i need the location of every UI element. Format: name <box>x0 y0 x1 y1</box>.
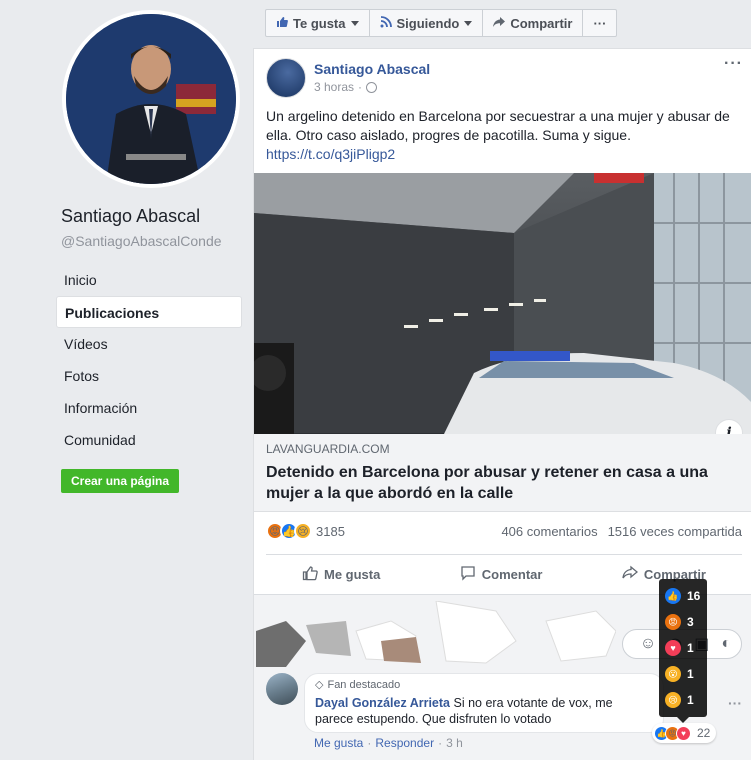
wow-reaction-icon: 😮 <box>665 666 681 682</box>
chevron-down-icon <box>464 20 473 26</box>
blurred-comment-composer <box>256 600 617 667</box>
page-share-label: Compartir <box>510 15 573 31</box>
rss-icon <box>380 15 392 31</box>
reaction-breakdown-tooltip: 👍 16 😡 3 ♥ 1 😮 1 😢 1 <box>659 579 707 723</box>
link-domain: LAVANGUARDIA.COM <box>266 442 390 456</box>
like-reaction-icon: 👍 <box>665 588 681 604</box>
love-reaction-icon: ♥ <box>665 640 681 656</box>
comment-options-icon[interactable]: ··· <box>728 695 742 711</box>
comment-like-link[interactable]: Me gusta <box>314 736 363 750</box>
nav-item-comunidad[interactable]: Comunidad <box>56 424 242 456</box>
sticker-icon[interactable]: ◐ <box>721 635 731 653</box>
comments-count[interactable]: 406 comentarios <box>501 524 597 539</box>
fan-badge: ◇ Fan destacado <box>315 678 653 692</box>
love-reaction-icon: ♥ <box>676 725 691 741</box>
emoji-icon[interactable]: ☺ <box>640 635 656 653</box>
post-author-avatar[interactable] <box>266 58 306 98</box>
tooltip-row-wow: 😮 1 <box>665 661 701 687</box>
post-comment-label: Comentar <box>481 567 543 582</box>
diamond-icon: ◇ <box>315 679 324 691</box>
nav-item-informacion[interactable]: Información <box>56 392 242 424</box>
tooltip-row-like: 👍 16 <box>665 583 701 609</box>
post-options-icon[interactable]: ··· <box>724 55 743 73</box>
post-link[interactable]: https://t.co/q3jiPligp2 <box>266 145 742 164</box>
commenter-avatar[interactable] <box>266 673 298 705</box>
sad-reaction-icon: 😢 <box>665 692 681 708</box>
comment-time[interactable]: 3 h <box>446 736 463 750</box>
page-follow-button[interactable]: Siguiendo <box>370 10 484 36</box>
post-comment-button[interactable]: Comentar <box>460 565 543 584</box>
comment-body: Dayal González Arrieta Si no era votante… <box>315 695 653 727</box>
tooltip-arrow <box>677 717 689 723</box>
page-action-bar: Te gusta Siguiendo Compartir ··· <box>265 9 618 37</box>
fan-badge-label: Fan destacado <box>327 678 401 691</box>
page-like-label: Te gusta <box>293 15 346 31</box>
create-page-button[interactable]: Crear una página <box>61 469 180 493</box>
thumbs-up-icon <box>276 16 288 31</box>
nav-item-fotos[interactable]: Fotos <box>56 360 242 392</box>
post-time[interactable]: 3 horas <box>314 80 354 94</box>
share-arrow-icon <box>622 565 638 584</box>
share-arrow-icon <box>493 16 506 31</box>
link-title[interactable]: Detenido en Barcelona por abusar y reten… <box>266 462 740 504</box>
chevron-down-icon <box>350 20 359 26</box>
shares-count[interactable]: 1516 veces compartida <box>608 524 742 539</box>
nav-item-publicaciones[interactable]: Publicaciones <box>56 296 242 328</box>
angry-reaction-icon: 😡 <box>665 614 681 630</box>
comment-reply-link[interactable]: Responder <box>375 736 434 750</box>
post-author-name[interactable]: Santiago Abascal <box>314 61 430 77</box>
reaction-count[interactable]: 3185 <box>316 524 345 539</box>
page-more-button[interactable]: ··· <box>583 10 616 36</box>
nav-item-videos[interactable]: Vídeos <box>56 328 242 360</box>
profile-name[interactable]: Santiago Abascal <box>61 206 200 227</box>
sad-reaction-icon[interactable]: 😢 <box>294 522 312 540</box>
post-meta: 3 horas · <box>314 80 378 94</box>
comment-actions: Me gusta · Responder · 3 h <box>314 736 463 750</box>
post-like-label: Me gusta <box>324 567 381 582</box>
tooltip-row-sad: 😢 1 <box>665 687 701 713</box>
profile-avatar[interactable] <box>62 10 240 188</box>
link-preview-caption[interactable]: LAVANGUARDIA.COM Detenido en Barcelona p… <box>254 434 751 512</box>
tooltip-row-love: ♥ 1 <box>665 635 701 661</box>
tooltip-row-angry: 😡 3 <box>665 609 701 635</box>
post-text: Un argelino detenido en Barcelona por se… <box>266 108 730 143</box>
profile-handle: @SantiagoAbascalConde <box>61 233 222 249</box>
comment-bubble-icon <box>460 565 476 584</box>
reactions-summary: 😡 👍 😢 3185 406 comentarios 1516 veces co… <box>266 519 742 543</box>
profile-nav: Inicio Publicaciones Vídeos Fotos Inform… <box>56 264 242 456</box>
comment-bubble: ◇ Fan destacado Dayal González Arrieta S… <box>304 673 664 733</box>
post-body: Un argelino detenido en Barcelona por se… <box>266 107 742 164</box>
comment-reactions[interactable]: 👍 😡 ♥ 22 <box>652 723 717 743</box>
link-preview-image[interactable] <box>254 173 751 434</box>
thumbs-up-icon <box>302 565 318 584</box>
nav-item-inicio[interactable]: Inicio <box>56 264 242 296</box>
left-column: Santiago Abascal @SantiagoAbascalConde I… <box>0 0 254 760</box>
page-like-button[interactable]: Te gusta <box>266 10 370 36</box>
comment-reaction-count: 22 <box>697 726 711 740</box>
page-share-button[interactable]: Compartir <box>483 10 584 36</box>
comment-author[interactable]: Dayal González Arrieta <box>315 696 450 710</box>
page-follow-label: Siguiendo <box>396 15 460 31</box>
globe-icon <box>366 81 378 93</box>
post-like-button[interactable]: Me gusta <box>302 565 380 584</box>
